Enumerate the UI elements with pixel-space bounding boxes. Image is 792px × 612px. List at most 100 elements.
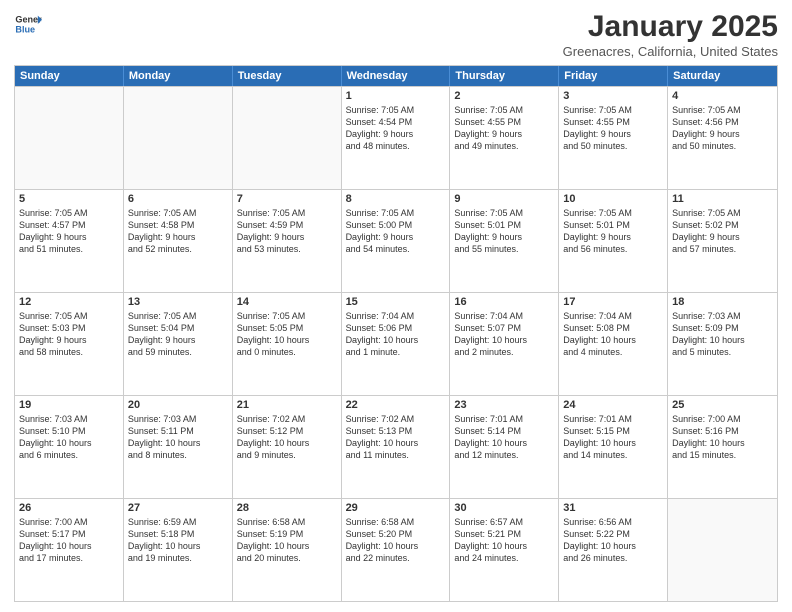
day-info: Sunrise: 6:59 AM Sunset: 5:18 PM Dayligh… [128,516,228,565]
day-cell-18: 18Sunrise: 7:03 AM Sunset: 5:09 PM Dayli… [668,293,777,395]
calendar-header: SundayMondayTuesdayWednesdayThursdayFrid… [15,66,777,86]
day-cell-29: 29Sunrise: 6:58 AM Sunset: 5:20 PM Dayli… [342,499,451,601]
day-info: Sunrise: 7:05 AM Sunset: 4:55 PM Dayligh… [563,104,663,153]
weekday-header-thursday: Thursday [450,66,559,86]
day-number: 19 [19,399,119,411]
day-cell-8: 8 Sunrise: 7:05 AM Sunset: 5:00 PM Daylig… [342,190,451,292]
logo: General Blue [14,10,42,38]
day-info: Sunrise: 7:05 AM Sunset: 5:02 PM Dayligh… [672,207,773,256]
day-number: 31 [563,502,663,514]
day-info: Sunrise: 7:02 AM Sunset: 5:12 PM Dayligh… [237,413,337,462]
day-info: Sunrise: 7:03 AM Sunset: 5:10 PM Dayligh… [19,413,119,462]
day-number: 1 [346,90,446,102]
day-cell-26: 26 Sunrise: 7:00 AM Sunset: 5:17 PM Dayli… [15,499,124,601]
day-number: 6 [128,193,228,205]
day-cell-22: 22Sunrise: 7:02 AM Sunset: 5:13 PM Dayli… [342,396,451,498]
calendar-row-3: 19 Sunrise: 7:03 AM Sunset: 5:10 PM Dayli… [15,395,777,498]
day-cell-20: 20Sunrise: 7:03 AM Sunset: 5:11 PM Dayli… [124,396,233,498]
weekday-header-monday: Monday [124,66,233,86]
calendar-body: 1 Sunrise: 7:05 AM Sunset: 4:54 PM Daylig… [15,86,777,601]
day-number: 2 [454,90,554,102]
day-number: 27 [128,502,228,514]
empty-cell [233,87,342,189]
day-info: Sunrise: 7:04 AM Sunset: 5:06 PM Dayligh… [346,310,446,359]
day-info: Sunrise: 7:05 AM Sunset: 5:00 PM Dayligh… [346,207,446,256]
day-cell-13: 13 Sunrise: 7:05 AM Sunset: 5:04 PM Dayli… [124,293,233,395]
day-info: Sunrise: 7:03 AM Sunset: 5:11 PM Dayligh… [128,413,228,462]
day-number: 8 [346,193,446,205]
day-number: 21 [237,399,337,411]
day-number: 28 [237,502,337,514]
day-cell-6: 6 Sunrise: 7:05 AM Sunset: 4:58 PM Daylig… [124,190,233,292]
day-cell-14: 14 Sunrise: 7:05 AM Sunset: 5:05 PM Dayli… [233,293,342,395]
day-cell-1: 1 Sunrise: 7:05 AM Sunset: 4:54 PM Daylig… [342,87,451,189]
day-cell-25: 25 Sunrise: 7:00 AM Sunset: 5:16 PM Dayli… [668,396,777,498]
day-cell-7: 7 Sunrise: 7:05 AM Sunset: 4:59 PM Daylig… [233,190,342,292]
weekday-header-sunday: Sunday [15,66,124,86]
header: General Blue January 2025 Greenacres, Ca… [14,10,778,59]
title-block: January 2025 Greenacres, California, Uni… [563,10,778,59]
day-number: 10 [563,193,663,205]
day-info: Sunrise: 7:01 AM Sunset: 5:15 PM Dayligh… [563,413,663,462]
weekday-header-saturday: Saturday [668,66,777,86]
day-number: 13 [128,296,228,308]
svg-text:Blue: Blue [15,24,35,34]
day-cell-11: 11 Sunrise: 7:05 AM Sunset: 5:02 PM Dayli… [668,190,777,292]
day-info: Sunrise: 7:05 AM Sunset: 5:04 PM Dayligh… [128,310,228,359]
day-cell-23: 23Sunrise: 7:01 AM Sunset: 5:14 PM Dayli… [450,396,559,498]
day-info: Sunrise: 7:04 AM Sunset: 5:08 PM Dayligh… [563,310,663,359]
calendar-row-0: 1 Sunrise: 7:05 AM Sunset: 4:54 PM Daylig… [15,86,777,189]
day-number: 16 [454,296,554,308]
day-info: Sunrise: 7:00 AM Sunset: 5:16 PM Dayligh… [672,413,773,462]
day-info: Sunrise: 7:05 AM Sunset: 5:01 PM Dayligh… [454,207,554,256]
day-cell-9: 9 Sunrise: 7:05 AM Sunset: 5:01 PM Daylig… [450,190,559,292]
day-number: 24 [563,399,663,411]
day-cell-10: 10 Sunrise: 7:05 AM Sunset: 5:01 PM Dayli… [559,190,668,292]
empty-cell [668,499,777,601]
day-info: Sunrise: 7:05 AM Sunset: 5:01 PM Dayligh… [563,207,663,256]
day-number: 23 [454,399,554,411]
day-info: Sunrise: 7:05 AM Sunset: 5:05 PM Dayligh… [237,310,337,359]
day-info: Sunrise: 7:02 AM Sunset: 5:13 PM Dayligh… [346,413,446,462]
day-number: 15 [346,296,446,308]
day-number: 7 [237,193,337,205]
day-info: Sunrise: 7:05 AM Sunset: 4:57 PM Dayligh… [19,207,119,256]
day-number: 29 [346,502,446,514]
day-info: Sunrise: 7:03 AM Sunset: 5:09 PM Dayligh… [672,310,773,359]
day-info: Sunrise: 7:05 AM Sunset: 4:58 PM Dayligh… [128,207,228,256]
day-number: 30 [454,502,554,514]
day-info: Sunrise: 7:05 AM Sunset: 4:55 PM Dayligh… [454,104,554,153]
day-cell-3: 3Sunrise: 7:05 AM Sunset: 4:55 PM Daylig… [559,87,668,189]
weekday-header-friday: Friday [559,66,668,86]
calendar-row-2: 12 Sunrise: 7:05 AM Sunset: 5:03 PM Dayli… [15,292,777,395]
day-info: Sunrise: 7:05 AM Sunset: 4:54 PM Dayligh… [346,104,446,153]
empty-cell [124,87,233,189]
day-cell-15: 15 Sunrise: 7:04 AM Sunset: 5:06 PM Dayli… [342,293,451,395]
day-number: 9 [454,193,554,205]
day-info: Sunrise: 7:05 AM Sunset: 5:03 PM Dayligh… [19,310,119,359]
calendar: SundayMondayTuesdayWednesdayThursdayFrid… [14,65,778,602]
day-cell-21: 21 Sunrise: 7:02 AM Sunset: 5:12 PM Dayli… [233,396,342,498]
day-number: 26 [19,502,119,514]
day-number: 11 [672,193,773,205]
day-cell-4: 4Sunrise: 7:05 AM Sunset: 4:56 PM Daylig… [668,87,777,189]
day-cell-30: 30Sunrise: 6:57 AM Sunset: 5:21 PM Dayli… [450,499,559,601]
day-number: 4 [672,90,773,102]
day-number: 25 [672,399,773,411]
day-cell-24: 24 Sunrise: 7:01 AM Sunset: 5:15 PM Dayli… [559,396,668,498]
empty-cell [15,87,124,189]
day-info: Sunrise: 7:05 AM Sunset: 4:59 PM Dayligh… [237,207,337,256]
day-cell-31: 31Sunrise: 6:56 AM Sunset: 5:22 PM Dayli… [559,499,668,601]
day-cell-27: 27 Sunrise: 6:59 AM Sunset: 5:18 PM Dayli… [124,499,233,601]
day-number: 5 [19,193,119,205]
day-info: Sunrise: 7:04 AM Sunset: 5:07 PM Dayligh… [454,310,554,359]
day-number: 12 [19,296,119,308]
weekday-header-wednesday: Wednesday [342,66,451,86]
day-info: Sunrise: 6:58 AM Sunset: 5:19 PM Dayligh… [237,516,337,565]
calendar-row-4: 26 Sunrise: 7:00 AM Sunset: 5:17 PM Dayli… [15,498,777,601]
day-cell-2: 2 Sunrise: 7:05 AM Sunset: 4:55 PM Daylig… [450,87,559,189]
day-cell-5: 5 Sunrise: 7:05 AM Sunset: 4:57 PM Daylig… [15,190,124,292]
location: Greenacres, California, United States [563,44,778,59]
day-number: 14 [237,296,337,308]
day-info: Sunrise: 7:00 AM Sunset: 5:17 PM Dayligh… [19,516,119,565]
